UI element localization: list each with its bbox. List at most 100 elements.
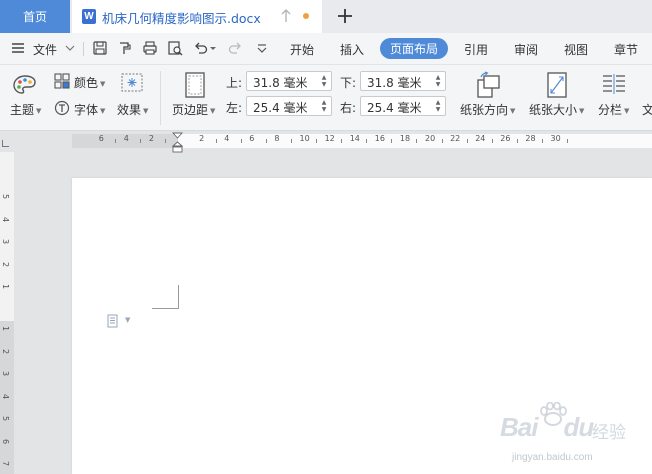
watermark-brand: Bai du — [500, 412, 594, 443]
ruler-tick-label: 26 — [500, 134, 511, 143]
tab-document[interactable]: W 机床几何精度影响图示.docx — [72, 0, 322, 33]
font-label: 字体 — [74, 103, 99, 117]
ruler-tick-label: 24 — [475, 134, 486, 143]
ruler-tick-label: 6 — [249, 134, 255, 143]
effects-button[interactable]: 效果 ▼ — [117, 101, 148, 118]
redo-icon[interactable] — [227, 40, 243, 56]
tab-start[interactable]: 开始 — [290, 41, 314, 58]
caret-down-icon: ▼ — [143, 106, 149, 115]
top-margin-value: 31.8 毫米 — [253, 76, 308, 90]
ruler-tick — [491, 139, 493, 143]
watermark-jingyan: 经验 — [592, 423, 626, 443]
indent-marker-icon[interactable] — [171, 132, 184, 153]
tab-home-label: 首页 — [22, 10, 47, 24]
tab-home[interactable]: 首页 — [0, 0, 70, 33]
print-icon[interactable] — [142, 40, 158, 56]
format-painter-icon[interactable] — [117, 40, 133, 56]
document-title: 机床几何精度影响图示.docx — [102, 11, 261, 26]
ruler-tick-label: 2 — [148, 134, 154, 143]
menu-bar: 文件 开始 插入 页面布局 引用 审阅 视图 章节 — [0, 33, 652, 65]
caret-down-icon: ▼ — [36, 106, 42, 115]
ruler-tick-label: 6 — [98, 134, 104, 143]
right-margin-value: 25.4 毫米 — [367, 101, 422, 115]
columns-icon[interactable] — [601, 72, 627, 98]
spin-down-icon[interactable]: ▼ — [434, 107, 442, 113]
horizontal-ruler[interactable]: 6 4 2 2 4 6 8 10 12 14 16 18 20 22 24 26 28 30 — [0, 131, 652, 152]
tab-insert[interactable]: 插入 — [340, 41, 364, 58]
font-circle-t-icon[interactable] — [54, 100, 70, 116]
save-icon[interactable] — [92, 40, 108, 56]
undo-icon[interactable] — [193, 40, 209, 56]
effects-icon[interactable] — [121, 73, 143, 92]
customize-toolbar-icon[interactable] — [254, 40, 270, 56]
wps-writer-window: 首页 W 机床几何精度影响图示.docx 文件 开始 插入 页面布局 引用 审阅… — [0, 0, 652, 474]
hamburger-menu-icon[interactable] — [10, 40, 26, 56]
bottom-margin-value: 31.8 毫米 — [367, 76, 422, 90]
margins-button[interactable]: 页边距 ▼ — [172, 101, 215, 118]
tab-review[interactable]: 审阅 — [514, 41, 538, 58]
watermark-du: du — [563, 412, 594, 442]
theme-palette-icon[interactable] — [12, 73, 38, 97]
right-margin-spinbox[interactable]: 25.4 毫米 ▲ ▼ — [360, 96, 446, 116]
bottom-margin-spinbox[interactable]: 31.8 毫米 ▲ ▼ — [360, 71, 446, 91]
tab-bar: 首页 W 机床几何精度影响图示.docx — [0, 0, 652, 33]
word-doc-icon: W — [82, 9, 96, 24]
new-tab-plus-icon[interactable] — [334, 4, 356, 28]
paper-size-button[interactable]: 纸张大小 ▼ — [529, 101, 584, 118]
left-margin-value: 25.4 毫米 — [253, 101, 308, 115]
ribbon-cutoff-item[interactable]: 文 — [642, 101, 652, 118]
vruler-tick-label: 5 — [1, 193, 11, 200]
ruler-tick-label: 20 — [425, 134, 436, 143]
ruler-tick-label: 16 — [374, 134, 385, 143]
caret-down-icon: ▼ — [210, 106, 216, 115]
ruler-tick-label: 2 — [199, 134, 205, 143]
ruler-tick — [516, 139, 518, 143]
orientation-button[interactable]: 纸张方向 ▼ — [460, 101, 515, 118]
left-margin-label: 左: — [226, 101, 243, 115]
file-menu-label: 文件 — [33, 43, 58, 57]
margins-label: 页边距 — [172, 103, 209, 117]
ruler-tick — [115, 139, 117, 143]
spin-down-icon[interactable]: ▼ — [320, 82, 328, 88]
vruler-tick-label: 1 — [1, 283, 11, 290]
ruler-tick-label: 10 — [299, 134, 310, 143]
file-menu[interactable]: 文件 — [33, 41, 57, 58]
pin-up-arrow-icon[interactable] — [279, 7, 293, 25]
unsaved-dot-icon — [303, 13, 309, 19]
margin-corner-mark — [152, 308, 179, 309]
tab-stop-selector-icon[interactable] — [2, 140, 9, 147]
tab-page-layout[interactable]: 页面布局 — [380, 38, 448, 59]
font-button[interactable]: 字体 ▼ — [74, 101, 105, 118]
baidu-watermark: Bai du 经验 jingyan.baidu.com — [500, 402, 650, 472]
theme-button[interactable]: 主题 ▼ — [10, 101, 41, 118]
paragraph-dropdown-icon[interactable]: ▼ — [125, 316, 130, 324]
bottom-margin-label: 下: — [340, 76, 357, 90]
word-doc-icon-letter: W — [84, 11, 94, 22]
print-preview-icon[interactable] — [167, 40, 183, 56]
ruler-tick — [567, 139, 569, 143]
margins-page-icon[interactable] — [184, 72, 206, 98]
watermark-url: jingyan.baidu.com — [512, 452, 593, 463]
top-margin-spinbox[interactable]: 31.8 毫米 ▲ ▼ — [246, 71, 332, 91]
vruler-tick-label: 5 — [1, 415, 11, 422]
columns-button[interactable]: 分栏 ▼ — [598, 101, 629, 118]
spin-down-icon[interactable]: ▼ — [320, 107, 328, 113]
paper-size-icon[interactable] — [545, 71, 569, 99]
ruler-tick-label: 4 — [224, 134, 230, 143]
vruler-tick-label: 3 — [1, 238, 11, 245]
columns-label: 分栏 — [598, 103, 623, 117]
undo-dropdown-icon[interactable] — [209, 40, 217, 56]
left-margin-spinbox[interactable]: 25.4 毫米 ▲ ▼ — [246, 96, 332, 116]
spin-down-icon[interactable]: ▼ — [434, 82, 442, 88]
colors-icon[interactable] — [54, 73, 70, 89]
paragraph-layout-icon[interactable] — [106, 313, 120, 328]
tab-view[interactable]: 视图 — [564, 41, 588, 58]
orientation-icon[interactable] — [475, 71, 501, 99]
tab-references[interactable]: 引用 — [464, 41, 488, 58]
chevron-down-icon[interactable] — [62, 40, 78, 56]
tab-chapter[interactable]: 章节 — [614, 41, 638, 58]
caret-down-icon: ▼ — [624, 106, 630, 115]
vruler-tick-label: 2 — [1, 348, 11, 354]
colors-button[interactable]: 颜色 ▼ — [74, 74, 105, 91]
vertical-ruler[interactable]: 5 4 3 2 1 1 2 3 4 5 6 7 — [0, 152, 16, 474]
